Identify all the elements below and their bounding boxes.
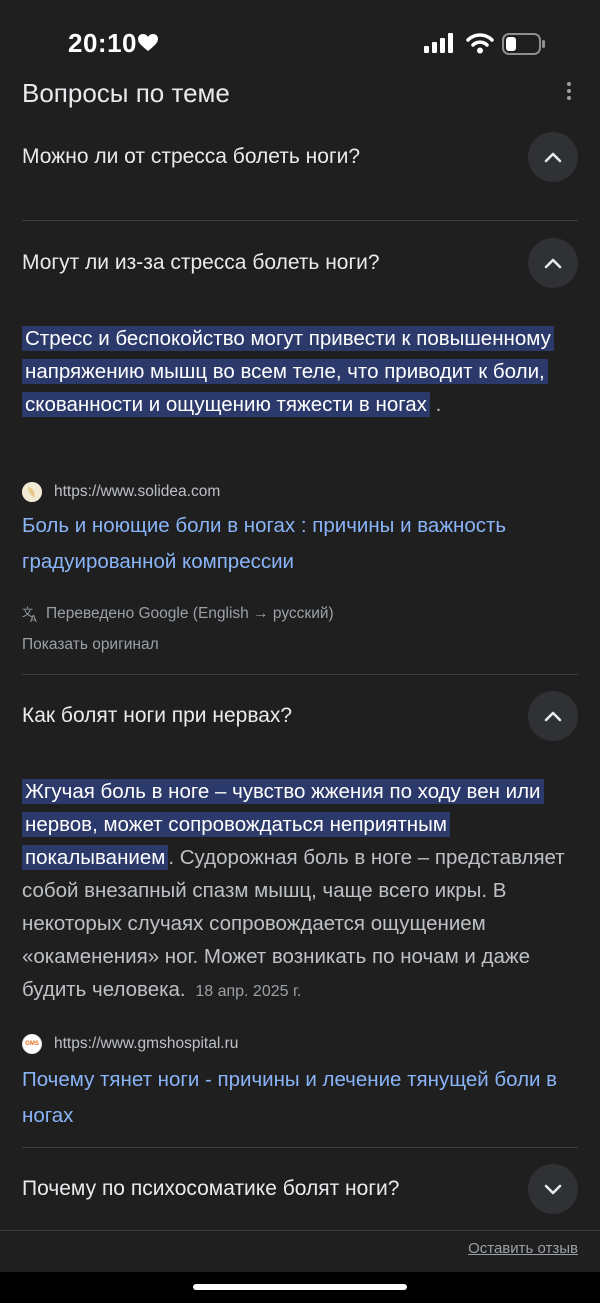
divider — [22, 1147, 578, 1148]
question-text: Как болят ноги при нервах? — [22, 704, 293, 727]
more-options-icon[interactable] — [561, 82, 577, 104]
translate-icon: 文 A — [22, 605, 37, 623]
home-indicator[interactable] — [193, 1284, 407, 1290]
chevron-down-icon — [544, 1184, 562, 1195]
question-item[interactable]: Как болят ноги при нервах? — [22, 691, 578, 741]
expand-button[interactable] — [528, 1164, 578, 1214]
svg-text:A: A — [30, 614, 37, 623]
source[interactable]: https://www.solidea.com — [22, 481, 220, 503]
answer-snippet: Жгучая боль в ноге – чувство жжения по х… — [22, 775, 578, 1008]
cellular-signal-icon — [424, 33, 453, 53]
question-text: Почему по психосоматике болят ноги? — [22, 1177, 400, 1200]
source-url: https://www.solidea.com — [54, 483, 221, 500]
answer-highlight: Стресс и беспокойство могут привести к п… — [22, 326, 554, 417]
source-url: https://www.gmshospital.ru — [54, 1035, 239, 1052]
question-item[interactable]: Почему по психосоматике болят ноги? — [22, 1164, 578, 1214]
question-text: Можно ли от стресса болеть ноги? — [22, 145, 361, 168]
page: 20:10 Вопросы по теме Можно ли от стресс… — [0, 0, 600, 1303]
collapse-button[interactable] — [528, 132, 578, 182]
result-link[interactable]: Боль и ноющие боли в ногах : причины и в… — [22, 508, 578, 580]
question-item[interactable]: Могут ли из-за стресса болеть ноги? — [22, 238, 578, 288]
collapse-button[interactable] — [528, 691, 578, 741]
battery-icon — [502, 33, 545, 55]
answer-date: 18 апр. 2025 г. — [195, 983, 302, 1000]
divider — [0, 1230, 600, 1231]
heart-icon — [138, 34, 158, 51]
translated-text: Переведено Google (English → русский) — [46, 605, 334, 622]
feedback-link[interactable]: Оставить отзыв — [468, 1240, 578, 1257]
section-title: Вопросы по теме — [22, 78, 230, 108]
show-original-link[interactable]: Показать оригинал — [22, 636, 159, 654]
question-text: Могут ли из-за стресса болеть ноги? — [22, 251, 380, 274]
status-time: 20:10 — [68, 28, 137, 58]
question-item[interactable]: Можно ли от стресса болеть ноги? — [22, 132, 578, 182]
answer-text: . — [429, 393, 442, 416]
site-favicon-icon — [22, 482, 42, 502]
answer-snippet: Стресс и беспокойство могут привести к п… — [22, 322, 578, 421]
source[interactable]: GMS https://www.gmshospital.ru — [22, 1033, 238, 1055]
translated-note: 文 A Переведено Google (English → русский… — [22, 605, 334, 623]
site-favicon-icon: GMS — [22, 1034, 42, 1054]
divider — [22, 674, 578, 675]
wifi-icon — [466, 33, 494, 54]
collapse-button[interactable] — [528, 238, 578, 288]
chevron-up-icon — [544, 711, 562, 722]
chevron-up-icon — [544, 152, 562, 163]
divider — [22, 220, 578, 221]
status-bar: 20:10 — [0, 0, 600, 80]
chevron-up-icon — [544, 258, 562, 269]
result-link[interactable]: Почему тянет ноги - причины и лечение тя… — [22, 1062, 578, 1134]
